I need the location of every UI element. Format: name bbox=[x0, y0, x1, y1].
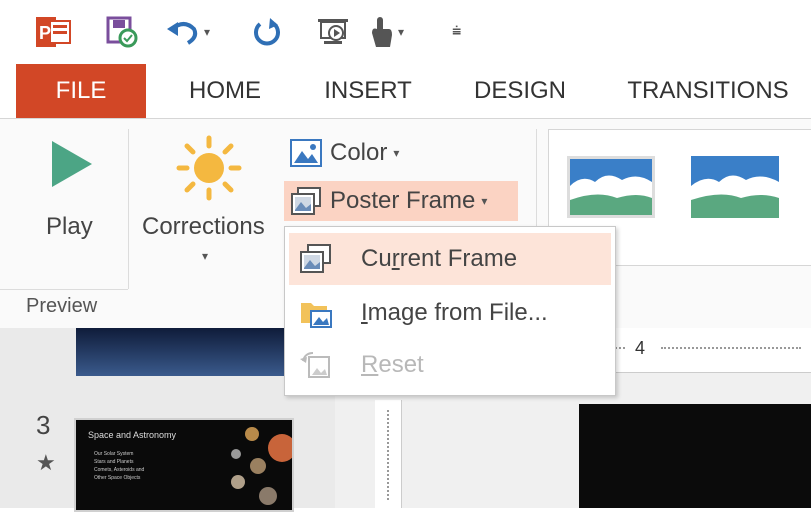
animation-star-icon: ★ bbox=[36, 450, 56, 475]
tab-file[interactable]: FILE bbox=[16, 64, 146, 118]
ruler-mark: 4 bbox=[635, 338, 646, 358]
color-button[interactable]: Color ▾ bbox=[290, 133, 399, 173]
corrections-dropdown-arrow[interactable]: ▾ bbox=[202, 249, 208, 263]
sun-icon[interactable] bbox=[176, 135, 242, 206]
undo-icon[interactable]: ▾ bbox=[166, 14, 210, 50]
redo-icon[interactable] bbox=[252, 14, 282, 50]
powerpoint-icon[interactable]: P bbox=[36, 14, 72, 50]
thumb-bullet: Stars and Planets bbox=[94, 459, 134, 465]
menu-item-current-frame[interactable]: Current Frame bbox=[289, 233, 611, 285]
ruler-ticks bbox=[387, 410, 389, 500]
poster-frame-label: Poster Frame bbox=[330, 187, 476, 214]
poster-frame-dropdown-arrow: ▾ bbox=[481, 194, 488, 208]
menu-item-label: Image from File... bbox=[361, 299, 548, 326]
play-button-label[interactable]: Play bbox=[46, 213, 93, 241]
thumb-bullets: Our Solar System Stars and Planets Comet… bbox=[94, 450, 144, 482]
svg-text:P: P bbox=[39, 23, 51, 43]
slide-thumbnail-2[interactable] bbox=[76, 328, 286, 376]
tab-insert[interactable]: INSERT bbox=[312, 64, 424, 118]
thumb-bullet: Our Solar System bbox=[94, 451, 134, 457]
menu-item-image-from-file[interactable]: Image from File... bbox=[289, 287, 611, 339]
menu-item-reset[interactable]: Reset bbox=[289, 339, 611, 391]
menu-item-label: Reset bbox=[361, 351, 424, 378]
folder-image-icon bbox=[301, 303, 332, 328]
touch-mode-dropdown-arrow[interactable]: ▾ bbox=[398, 25, 404, 39]
reset-icon bbox=[300, 352, 330, 378]
customize-toolbar-icon[interactable]: ⩧ bbox=[452, 14, 461, 50]
menu-item-label: Current Frame bbox=[361, 245, 518, 272]
ruler-ticks bbox=[661, 347, 801, 349]
slide-thumbnail-3[interactable]: Space and Astronomy Our Solar System Sta… bbox=[74, 418, 294, 512]
slide-number: 3 bbox=[36, 410, 51, 440]
quick-access-toolbar: P ▾ ▾ ⩧ bbox=[0, 0, 811, 64]
corrections-button-label[interactable]: Corrections bbox=[142, 213, 265, 241]
tab-transitions[interactable]: TRANSITIONS bbox=[618, 64, 798, 118]
color-label: Color bbox=[330, 139, 388, 166]
planets-image bbox=[231, 427, 292, 505]
poster-frame-button[interactable]: Poster Frame ▾ bbox=[284, 181, 518, 221]
group-label-divider bbox=[0, 289, 128, 290]
group-divider bbox=[128, 129, 129, 289]
video-style-thumbnail[interactable] bbox=[691, 156, 779, 223]
slide-canvas[interactable] bbox=[579, 404, 811, 508]
preview-group-label: Preview bbox=[26, 295, 98, 317]
play-icon[interactable] bbox=[50, 139, 94, 194]
thumb-bullet: Other Space Objects bbox=[94, 475, 141, 481]
slideshow-from-start-icon[interactable] bbox=[316, 14, 352, 50]
undo-dropdown-arrow[interactable]: ▾ bbox=[204, 25, 210, 39]
tab-design[interactable]: DESIGN bbox=[460, 64, 580, 118]
save-sync-icon[interactable] bbox=[106, 14, 138, 50]
video-style-thumbnail[interactable] bbox=[567, 156, 655, 223]
thumb-title: Space and Astronomy bbox=[88, 430, 177, 440]
touch-mode-icon[interactable]: ▾ bbox=[368, 14, 404, 50]
current-frame-icon bbox=[300, 244, 331, 273]
poster-frame-icon bbox=[291, 187, 321, 215]
poster-frame-menu: Current Frame Image from File... Reset bbox=[284, 226, 616, 396]
tab-home[interactable]: HOME bbox=[170, 64, 280, 118]
ribbon-tabs: FILE HOME INSERT DESIGN TRANSITIONS bbox=[0, 64, 811, 118]
thumb-bullet: Comets, Asteroids and bbox=[94, 467, 145, 473]
color-dropdown-arrow: ▾ bbox=[393, 146, 400, 160]
vertical-ruler bbox=[375, 400, 402, 508]
color-image-icon bbox=[290, 139, 322, 167]
